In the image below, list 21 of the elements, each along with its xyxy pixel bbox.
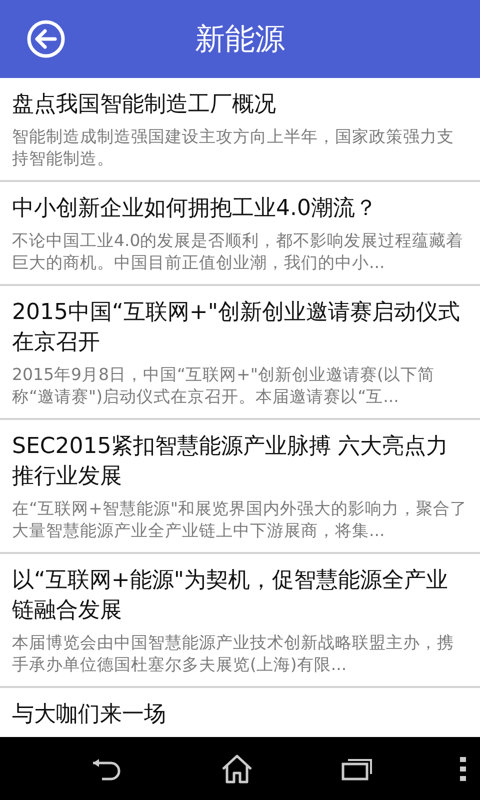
overflow-menu-icon[interactable] [460, 756, 466, 780]
recent-apps-icon[interactable] [340, 756, 373, 780]
article-item[interactable]: 以“互联网+能源"为契机，促智慧能源全产业链融合发展 本届博览会由中国智慧能源产业技术创新战略联盟主办，携手承办单位德国杜塞尔多夫展览(上海)有限... [0, 554, 480, 688]
home-icon[interactable] [221, 754, 254, 784]
article-item[interactable]: 盘点我国智能制造工厂概况 智能制造成制造强国建设主攻方向上半年，国家政策强力支持智能制造。 [0, 78, 480, 182]
article-title: SEC2015紧扣智慧能源产业脉搏 六大亮点力推行业发展 [12, 433, 450, 491]
article-summary: 2015年9月8日，中国“互联网+"创新创业邀请赛(以下简称“邀请赛")启动仪式在京召开。本届邀请赛以“互... [12, 364, 436, 408]
article-summary: 智能制造成制造强国建设主攻方向上半年，国家政策强力支持智能制造。 [12, 126, 455, 170]
article-title: 中小创新企业如何拥抱工业4.0潮流？ [12, 195, 378, 223]
article-title: 以“互联网+能源"为契机，促智慧能源全产业链融合发展 [12, 567, 449, 625]
page-title: 新能源 [195, 20, 285, 58]
article-item[interactable]: 中小创新企业如何拥抱工业4.0潮流？ 不论中国工业4.0的发展是否顺利，都不影响发展过程蕴藏着巨大的商机。中国目前正值创业潮，我们的中小... [0, 182, 480, 286]
article-summary: 本届博览会由中国智慧能源产业技术创新战略联盟主办，携手承办单位德国杜塞尔多夫展览(上海)有限... [12, 632, 455, 676]
article-summary: 在“互联网+智慧能源"和展览界国内外强大的影响力，聚合了大量智慧能源产业全产业链上中下游展商，将集... [12, 498, 468, 542]
article-item[interactable]: 2015中国“互联网+"创新创业邀请赛启动仪式在京召开 2015年9月8日，中国“互联网+"创新创业邀请赛(以下简称“邀请赛")启动仪式在京召开。本届邀请赛以“互... [0, 286, 480, 420]
article-title: 与大咖们来一场 [12, 701, 167, 729]
article-summary: 不论中国工业4.0的发展是否顺利，都不影响发展过程蕴藏着巨大的商机。中国目前正值创业潮，我们的中小... [12, 230, 464, 274]
article-item[interactable]: SEC2015紧扣智慧能源产业脉搏 六大亮点力推行业发展 在“互联网+智慧能源"和展览界国内外强大的影响力，聚合了大量智慧能源产业全产业链上中下游展商，将集... [0, 420, 480, 554]
article-title: 2015中国“互联网+"创新创业邀请赛启动仪式在京召开 [12, 299, 461, 357]
back-icon[interactable] [26, 19, 66, 59]
article-title: 盘点我国智能制造工厂概况 [12, 91, 277, 119]
